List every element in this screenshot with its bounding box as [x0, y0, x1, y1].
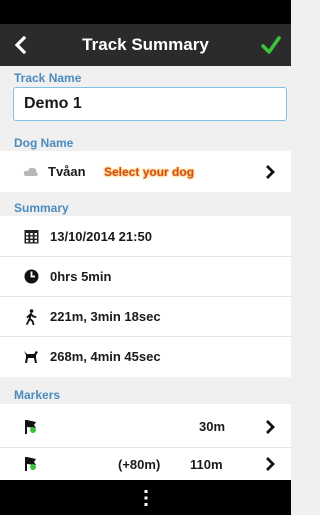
marker-flag-icon — [22, 455, 40, 473]
status-bar — [0, 0, 291, 24]
marker-flag-icon — [22, 418, 40, 436]
back-button[interactable] — [0, 24, 40, 66]
marker-distance: 110m — [190, 456, 223, 472]
summary-card: 13/10/2014 21:50 0hrs 5min 221m, 3min 18… — [0, 216, 291, 377]
chevron-right-icon — [266, 419, 275, 434]
summary-datetime: 13/10/2014 21:50 — [50, 229, 152, 244]
dog-selector-row[interactable]: Tvåan Select your dog — [0, 151, 291, 192]
walking-person-icon — [22, 308, 40, 326]
marker-offset: (+80m) — [118, 456, 161, 472]
dog-row-content: Tvåan Select your dog — [0, 151, 291, 192]
track-name-input[interactable]: Demo 1 — [13, 87, 287, 121]
back-arrow-icon — [14, 36, 27, 54]
select-dog-text: Select your dog — [104, 164, 195, 179]
markers-list: 30m (+80m) 110m — [0, 404, 291, 480]
summary-walker-row: 221m, 3min 18sec — [0, 296, 291, 337]
dog-name-value: Tvåan — [48, 164, 86, 179]
track-name-label: Track Name — [14, 71, 82, 85]
clock-icon — [22, 268, 40, 286]
summary-dog-stats: 268m, 4min 45sec — [50, 349, 161, 364]
dog-name-label: Dog Name — [14, 136, 74, 150]
calendar-icon — [22, 228, 40, 246]
summary-dog-row: 268m, 4min 45sec — [0, 336, 291, 377]
summary-duration: 0hrs 5min — [50, 269, 112, 284]
chevron-right-icon — [266, 164, 275, 179]
chevron-right-icon — [266, 457, 275, 471]
marker-row[interactable]: (+80m) 110m — [0, 448, 291, 480]
summary-walker-stats: 221m, 3min 18sec — [50, 309, 161, 324]
checkmark-icon — [261, 36, 281, 54]
cloud-icon — [22, 163, 40, 181]
summary-duration-row: 0hrs 5min — [0, 256, 291, 297]
summary-datetime-row: 13/10/2014 21:50 — [0, 216, 291, 257]
page-title: Track Summary — [82, 35, 209, 54]
marker-distance: 30m — [199, 419, 226, 434]
dog-icon — [22, 348, 40, 366]
summary-label: Summary — [14, 201, 69, 215]
bottom-action-bar — [0, 480, 291, 515]
top-app-bar: Track Summary — [0, 24, 291, 66]
marker-row[interactable]: 30m — [0, 406, 291, 447]
confirm-button[interactable] — [251, 24, 291, 66]
markers-label: Markers — [14, 388, 61, 402]
overflow-menu-icon[interactable] — [143, 489, 149, 507]
